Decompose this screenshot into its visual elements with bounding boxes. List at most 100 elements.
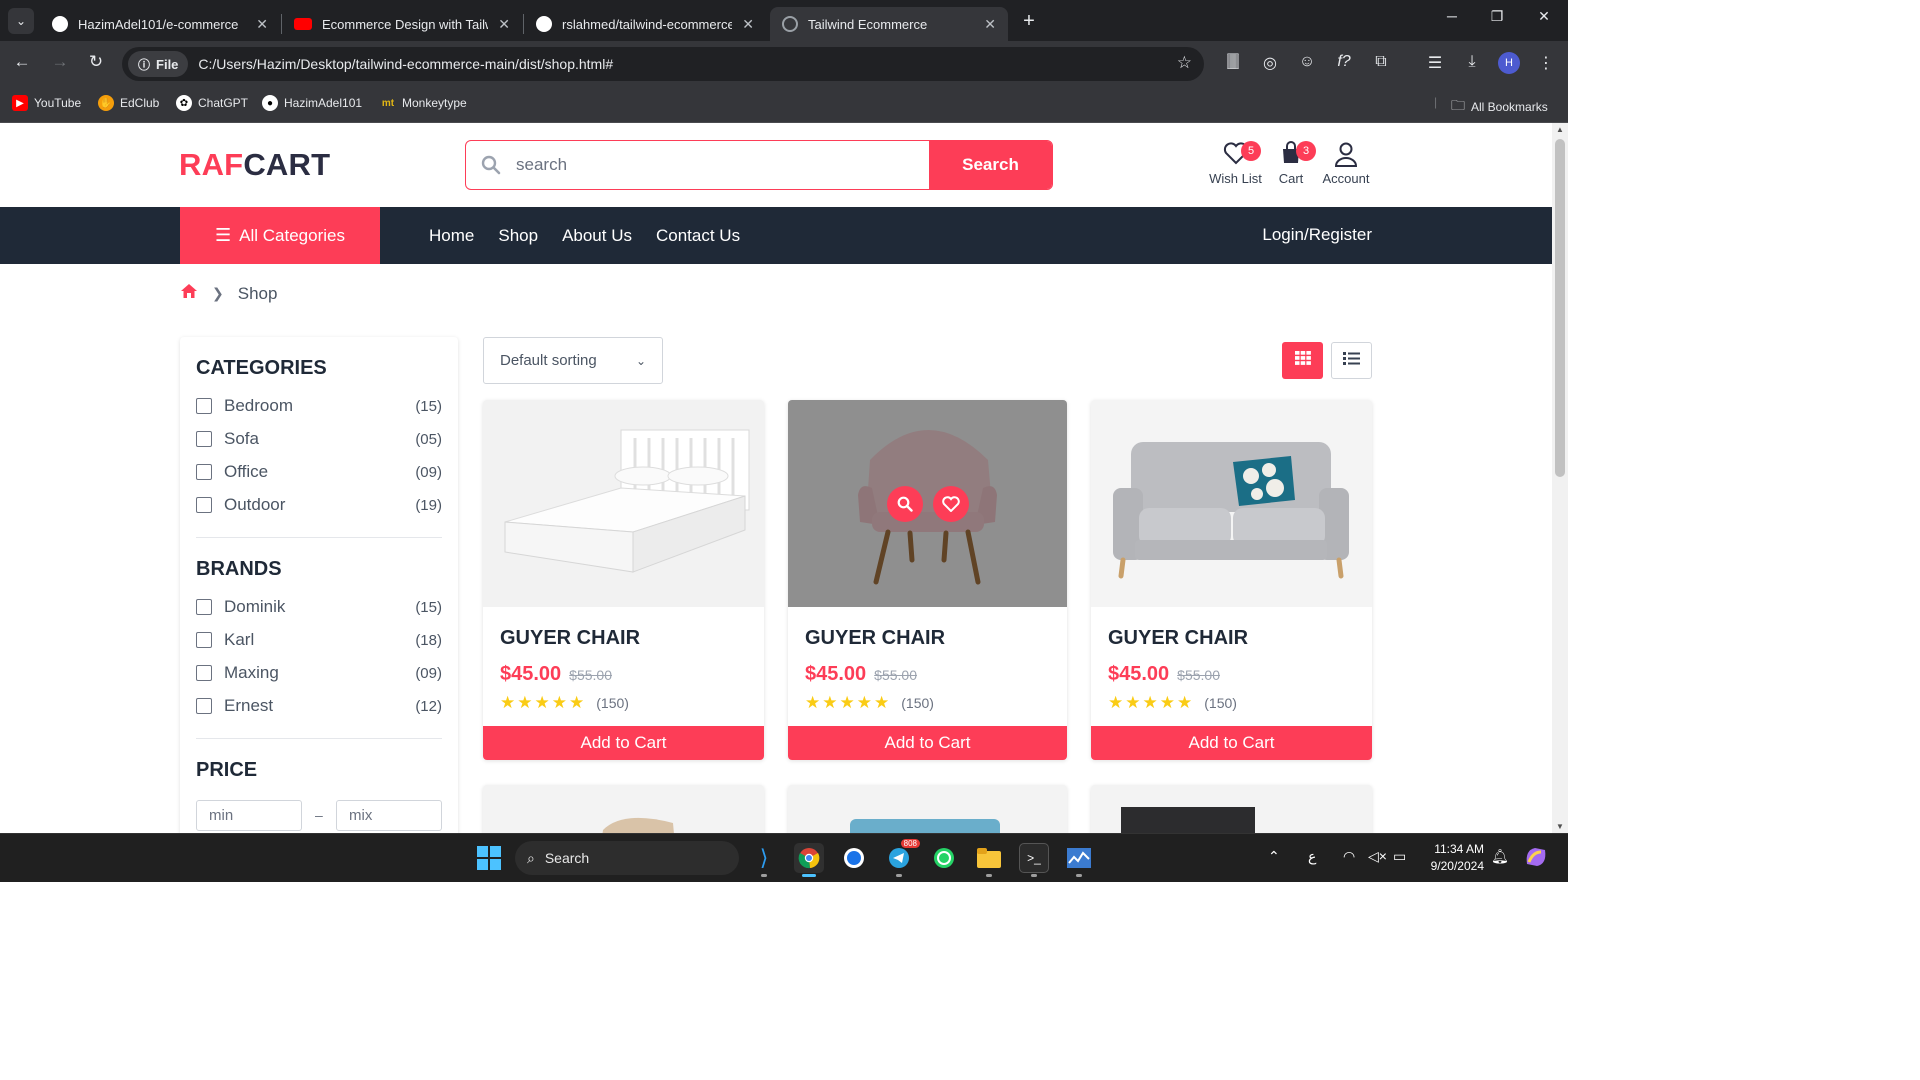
volume-mute-icon[interactable]: ◁× xyxy=(1368,848,1387,865)
checkbox[interactable] xyxy=(196,431,212,447)
brand-filter-item[interactable]: Dominik (15) xyxy=(196,596,442,618)
add-to-cart-button[interactable]: Add to Cart xyxy=(1091,726,1372,760)
chevron-up-icon[interactable]: ⌃ xyxy=(1268,848,1280,865)
checkbox[interactable] xyxy=(196,398,212,414)
bookmark-star-icon[interactable]: ☆ xyxy=(1177,53,1192,73)
compass-extension-icon[interactable]: ◎ xyxy=(1258,53,1282,73)
close-window-icon[interactable]: ✕ xyxy=(1524,8,1564,25)
category-filter-item[interactable]: Office (09) xyxy=(196,461,442,483)
category-filter-item[interactable]: Bedroom (15) xyxy=(196,395,442,417)
vscode-icon[interactable]: ⟩ xyxy=(749,843,779,873)
close-icon[interactable]: ✕ xyxy=(256,16,268,33)
add-to-cart-button[interactable]: Add to Cart xyxy=(788,726,1067,760)
checkbox[interactable] xyxy=(196,464,212,480)
windows-start-icon[interactable] xyxy=(477,846,501,870)
search-input[interactable] xyxy=(516,141,929,189)
address-bar[interactable]: ⓘ File C:/Users/Hazim/Desktop/tailwind-e… xyxy=(122,47,1204,81)
file-explorer-icon[interactable] xyxy=(974,843,1004,873)
task-manager-icon[interactable] xyxy=(1064,843,1094,873)
checkbox[interactable] xyxy=(196,632,212,648)
app-store-icon[interactable] xyxy=(839,843,869,873)
product-card[interactable] xyxy=(483,785,764,833)
copilot-icon[interactable] xyxy=(1523,844,1549,873)
avatar-extension-icon[interactable]: ☺ xyxy=(1295,53,1319,71)
product-title[interactable]: GUYER CHAIR xyxy=(1108,627,1248,650)
tab-1[interactable]: HazimAdel101/e-commerce ✕ xyxy=(40,7,280,41)
nav-contact-us[interactable]: Contact Us xyxy=(656,226,740,246)
all-categories-button[interactable]: ☰ All Categories xyxy=(180,207,380,264)
chrome-icon[interactable] xyxy=(794,843,824,873)
bookmark-youtube[interactable]: ▶ YouTube xyxy=(12,95,81,111)
product-title[interactable]: GUYER CHAIR xyxy=(805,627,945,650)
close-icon[interactable]: ✕ xyxy=(498,16,510,33)
back-icon[interactable]: ← xyxy=(10,52,34,72)
profile-avatar[interactable]: H xyxy=(1498,52,1520,74)
checkbox[interactable] xyxy=(196,698,212,714)
new-tab-button[interactable]: + xyxy=(1016,8,1042,34)
bookmark-github[interactable]: ● HazimAdel101 xyxy=(262,95,362,111)
all-bookmarks[interactable]: 🗀 All Bookmarks xyxy=(1451,95,1548,119)
list-view-button[interactable] xyxy=(1331,342,1372,379)
nav-about-us[interactable]: About Us xyxy=(562,226,632,246)
product-card[interactable] xyxy=(788,785,1067,833)
restore-icon[interactable]: ❐ xyxy=(1477,8,1517,25)
bookmark-monkeytype[interactable]: mt Monkeytype xyxy=(380,95,467,111)
terminal-icon[interactable]: >_ xyxy=(1019,843,1049,873)
page-scrollbar[interactable]: ▲ ▼ xyxy=(1552,123,1568,833)
download-icon[interactable]: ⤓ xyxy=(1460,53,1484,71)
product-card[interactable] xyxy=(1091,785,1372,833)
sort-select[interactable]: Default sorting ⌄ xyxy=(483,337,663,384)
brand-filter-item[interactable]: Karl (18) xyxy=(196,629,442,651)
close-icon[interactable]: ✕ xyxy=(742,16,754,33)
menu-icon[interactable]: ⋮ xyxy=(1534,53,1558,73)
puzzle-icon[interactable]: ⧉ xyxy=(1369,53,1393,71)
tab-2[interactable]: Ecommerce Design with Tailwind ✕ xyxy=(282,7,522,41)
cart-link[interactable]: Cart 3 xyxy=(1272,141,1316,186)
product-image-chair[interactable] xyxy=(483,785,764,833)
telegram-icon[interactable]: 808 xyxy=(884,839,920,873)
extension-icon[interactable]: 🀫 xyxy=(1221,53,1245,71)
wishlist-link[interactable]: Wish List 5 xyxy=(1208,141,1263,186)
quick-view-search-icon[interactable] xyxy=(886,485,923,522)
battery-icon[interactable]: ▭ xyxy=(1393,848,1406,865)
taskbar-search[interactable]: ⌕ Search xyxy=(515,841,739,875)
forward-icon[interactable]: → xyxy=(48,52,72,72)
brand-filter-item[interactable]: Ernest (12) xyxy=(196,695,442,717)
tab-4-active[interactable]: Tailwind Ecommerce ✕ xyxy=(770,7,1008,41)
checkbox[interactable] xyxy=(196,599,212,615)
checkbox[interactable] xyxy=(196,665,212,681)
checkbox[interactable] xyxy=(196,497,212,513)
site-info-chip[interactable]: ⓘ File xyxy=(128,51,189,77)
minimize-icon[interactable]: ─ xyxy=(1432,8,1472,24)
login-register-link[interactable]: Login/Register xyxy=(1262,225,1372,245)
tab-search-button[interactable]: ⌄ xyxy=(8,8,34,34)
add-to-cart-button[interactable]: Add to Cart xyxy=(483,726,764,760)
scroll-up-icon[interactable]: ▲ xyxy=(1552,125,1568,134)
reload-icon[interactable]: ↻ xyxy=(84,52,108,72)
product-image-dark-bed[interactable] xyxy=(1091,785,1372,833)
search-button[interactable]: Search xyxy=(929,141,1052,189)
reading-list-icon[interactable]: ☰ xyxy=(1423,53,1447,73)
account-link[interactable]: Account xyxy=(1319,141,1373,186)
tab-3[interactable]: rslahmed/tailwind-ecommerce ✕ xyxy=(524,7,766,41)
category-filter-item[interactable]: Sofa (05) xyxy=(196,428,442,450)
price-max-input[interactable]: mix xyxy=(336,800,442,831)
whatsapp-icon[interactable] xyxy=(929,843,959,873)
home-icon[interactable] xyxy=(180,283,198,304)
nav-shop[interactable]: Shop xyxy=(498,226,538,246)
product-image-bed[interactable] xyxy=(483,400,764,607)
url-text[interactable]: C:/Users/Hazim/Desktop/tailwind-ecommerc… xyxy=(198,56,613,72)
scrollbar-thumb[interactable] xyxy=(1555,139,1565,477)
product-image-blue-sofa[interactable] xyxy=(788,785,1067,833)
formula-extension-icon[interactable]: f? xyxy=(1332,53,1356,71)
product-card[interactable]: GUYER CHAIR $45.00 $55.00 ★ ★ ★ ★ ★ (150) Ad… xyxy=(788,400,1067,760)
bookmark-chatgpt[interactable]: ✿ ChatGPT xyxy=(176,95,248,111)
taskbar-clock[interactable]: 11:34 AM 9/20/2024 xyxy=(1424,841,1484,875)
grid-view-button[interactable] xyxy=(1282,342,1323,379)
product-title[interactable]: GUYER CHAIR xyxy=(500,627,640,650)
price-min-input[interactable]: min xyxy=(196,800,302,831)
product-image-sofa[interactable] xyxy=(1091,400,1372,607)
input-language[interactable]: ع xyxy=(1308,848,1316,865)
wifi-icon[interactable]: ◠ xyxy=(1343,848,1355,865)
bookmark-edclub[interactable]: ✋ EdClub xyxy=(98,95,159,111)
